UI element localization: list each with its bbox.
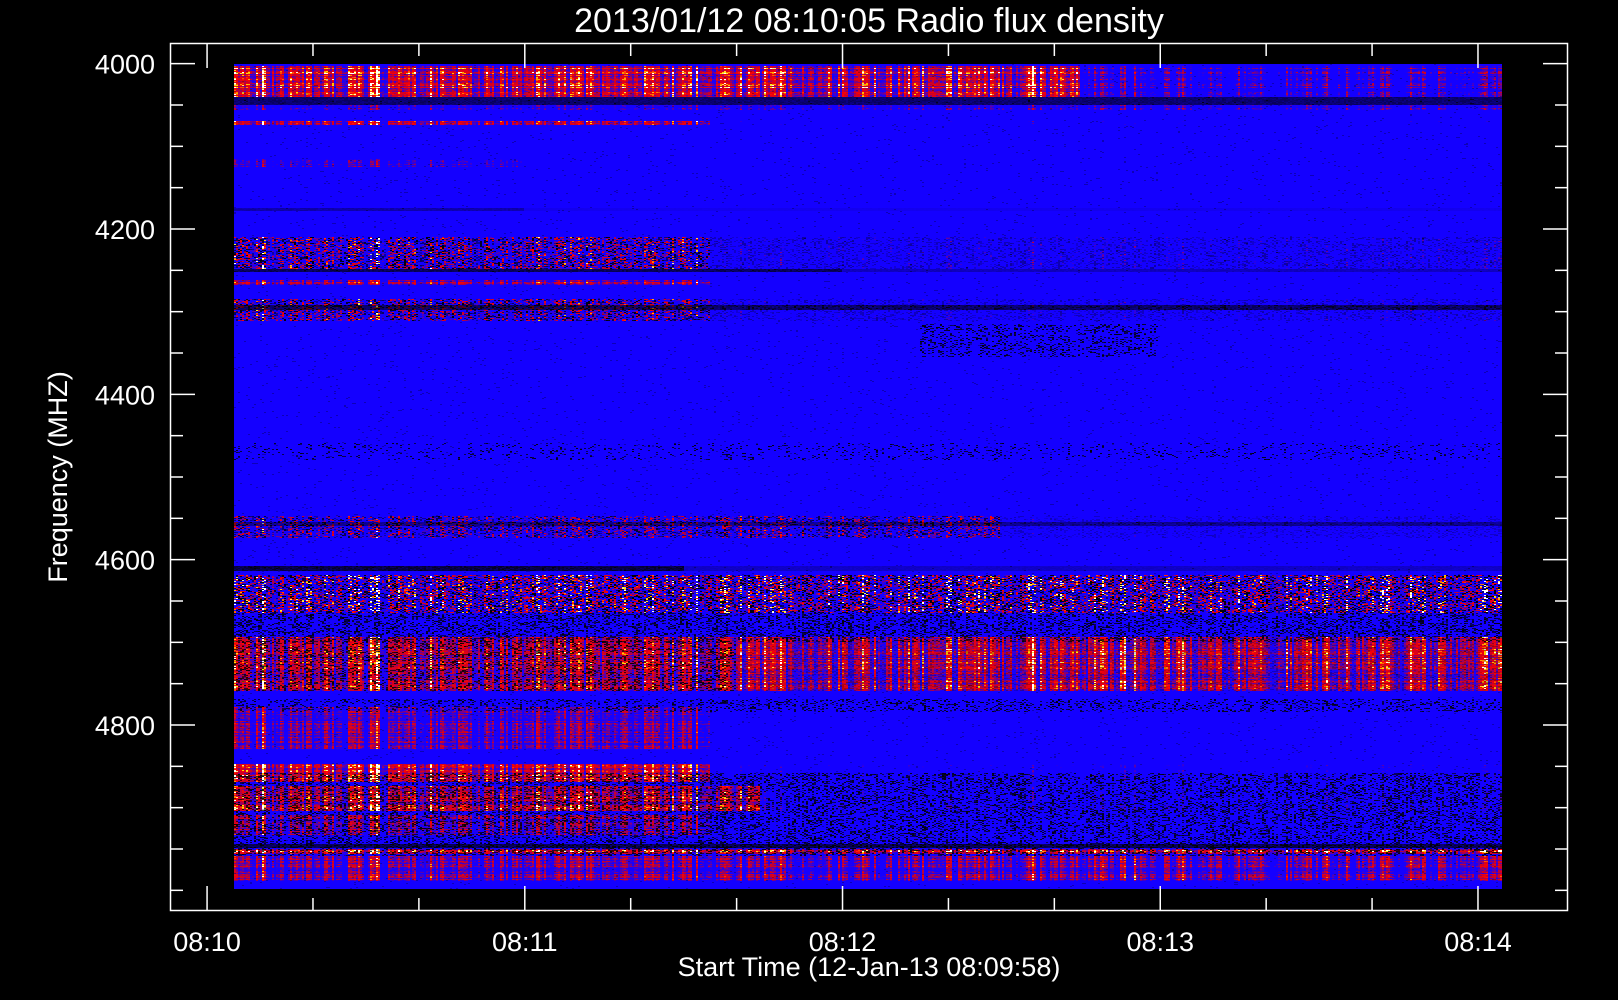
y-tick-label: 4600 [95, 546, 155, 576]
x-tick-label: 08:13 [1126, 927, 1194, 957]
x-axis-label: Start Time (12-Jan-13 08:09:58) [678, 952, 1061, 982]
y-tick-label: 4000 [95, 50, 155, 80]
y-tick-label: 4200 [95, 215, 155, 245]
plot-frame [169, 42, 1569, 912]
axis-ticks: 08:10 08:11 08:12 08:13 08:14400042004400460… [95, 43, 1568, 957]
x-tick-label: 08:14 [1444, 927, 1512, 957]
y-tick-label: 4400 [95, 380, 155, 410]
spectrogram-figure: 2013/01/12 08:10:05 Radio flux density 0… [0, 0, 1618, 1000]
y-tick-label: 4800 [95, 711, 155, 741]
y-axis-label: Frequency (MHZ) [43, 371, 73, 583]
x-tick-label: 08:11 [492, 927, 558, 957]
x-tick-label: 08:10 [173, 927, 241, 957]
chart-title: 2013/01/12 08:10:05 Radio flux density [574, 2, 1164, 40]
axes: 2013/01/12 08:10:05 Radio flux density 0… [43, 2, 1569, 982]
